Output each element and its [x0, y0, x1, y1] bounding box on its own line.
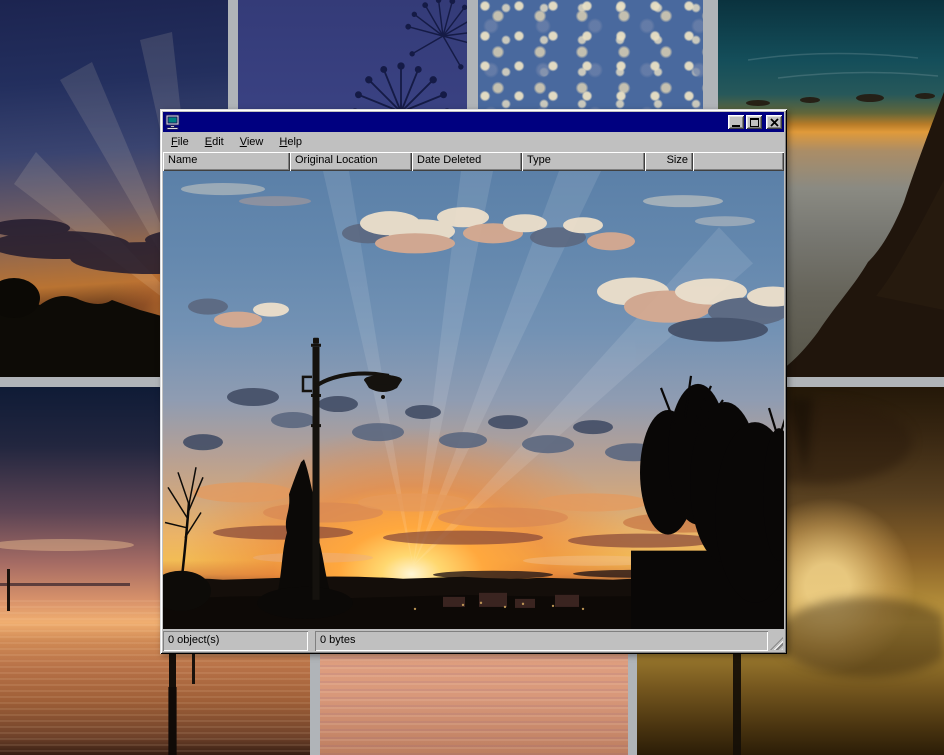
- column-header-filler: [693, 152, 784, 171]
- column-header-original-location[interactable]: Original Location: [290, 152, 412, 171]
- maximize-icon: [750, 118, 759, 127]
- close-button[interactable]: [766, 115, 782, 129]
- column-header-name[interactable]: Name: [163, 152, 290, 171]
- desktop: { "window": { "title": "", "icons": { "w…: [0, 0, 944, 755]
- maximize-button[interactable]: [746, 115, 762, 129]
- status-objects: 0 object(s): [163, 631, 308, 651]
- menu-edit[interactable]: Edit: [197, 134, 232, 151]
- title-bar[interactable]: [163, 112, 784, 132]
- menu-bar: File Edit View Help: [163, 132, 784, 152]
- minimize-button[interactable]: [728, 115, 744, 129]
- menu-view[interactable]: View: [232, 134, 272, 151]
- status-bar: 0 object(s) 0 bytes: [163, 631, 784, 651]
- sunset-photo-art: [163, 171, 784, 629]
- menu-file[interactable]: File: [163, 134, 197, 151]
- cypress-base-bush: [257, 587, 353, 619]
- column-header-row: Name Original Location Date Deleted Type…: [163, 152, 784, 171]
- computer-icon[interactable]: [165, 114, 181, 130]
- recycle-bin-window: File Edit View Help Name Original Locati…: [160, 109, 787, 654]
- minimize-icon: [732, 125, 740, 127]
- right-trees-silhouette: [631, 376, 784, 629]
- column-header-size[interactable]: Size: [645, 152, 693, 171]
- window-controls: [728, 115, 782, 129]
- column-header-date-deleted[interactable]: Date Deleted: [412, 152, 522, 171]
- resize-grip-icon[interactable]: [770, 637, 783, 650]
- close-icon: [770, 118, 779, 127]
- list-view-content-photo[interactable]: [163, 171, 784, 629]
- menu-help[interactable]: Help: [271, 134, 310, 151]
- status-bytes: 0 bytes: [315, 631, 768, 651]
- column-header-type[interactable]: Type: [522, 152, 645, 171]
